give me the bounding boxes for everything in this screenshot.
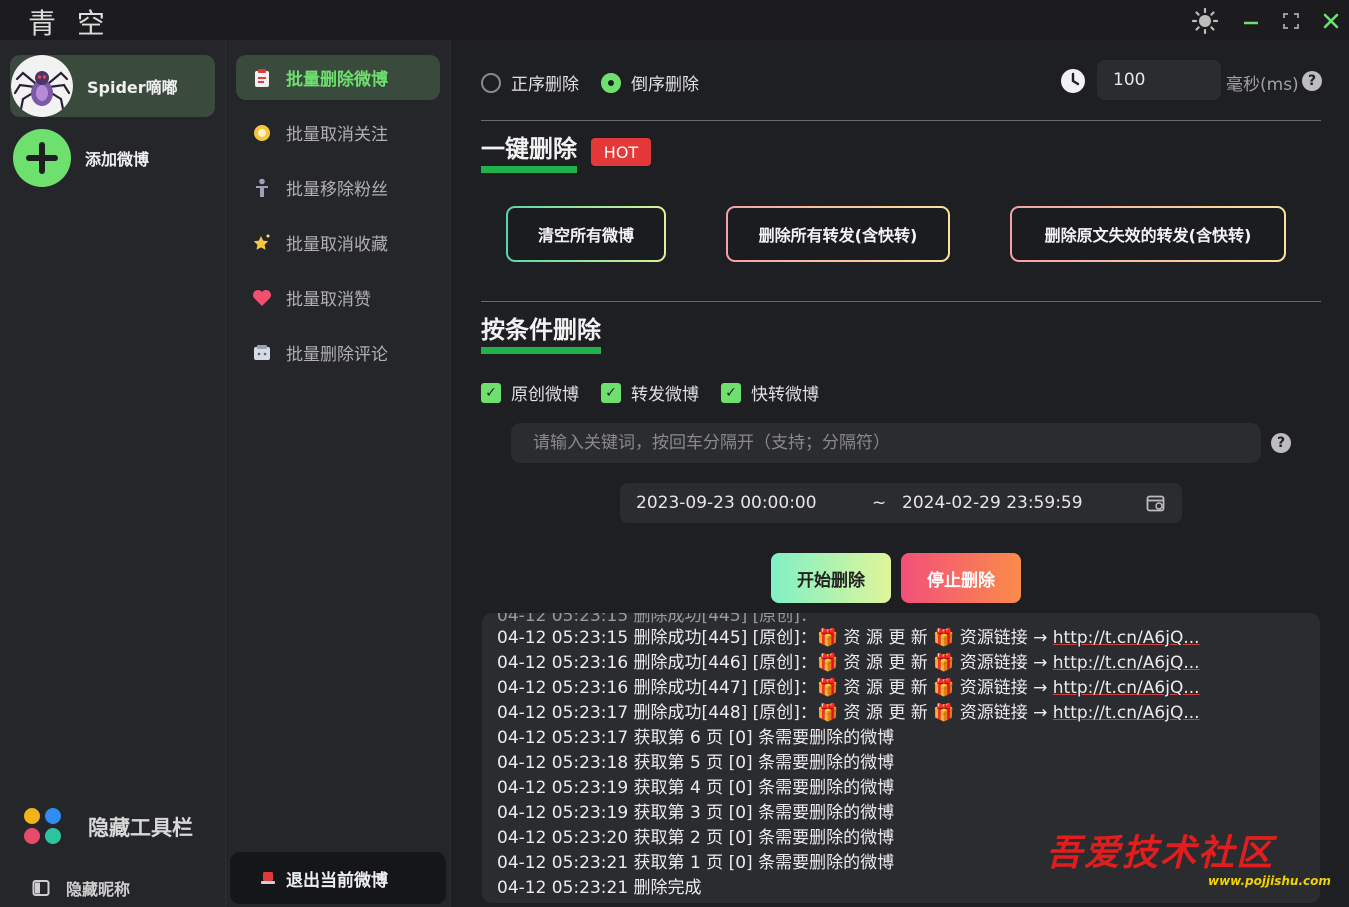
nav-item-delete-comments[interactable]: 批量删除评论 xyxy=(236,330,440,375)
log-line: 04-12 05:23:17 获取第 6 页 [0] 条需要删除的微博 xyxy=(497,728,895,748)
delay-input[interactable] xyxy=(1097,60,1221,100)
nav-item-delete-weibo[interactable]: 批量删除微博 xyxy=(236,55,440,100)
date-start: 2023-09-23 00:00:00 xyxy=(636,493,817,513)
delay-unit: 毫秒(ms) xyxy=(1226,75,1299,95)
sidebar-icon xyxy=(32,880,50,896)
hot-badge: HOT xyxy=(591,138,651,166)
nav-label: 批量移除粉丝 xyxy=(286,180,388,200)
clipboard-icon xyxy=(252,68,272,88)
date-separator: ~ xyxy=(872,493,887,513)
avatar xyxy=(11,55,73,117)
bulb-icon xyxy=(252,123,272,143)
keyword-input[interactable] xyxy=(511,423,1261,463)
add-account-label: 添加微博 xyxy=(85,150,150,169)
close-icon[interactable] xyxy=(1318,8,1344,34)
logout-label: 退出当前微博 xyxy=(286,870,388,891)
checkbox-label: 转发微博 xyxy=(631,385,699,405)
clear-all-label: 清空所有微博 xyxy=(508,208,664,260)
check-icon: ✓ xyxy=(481,382,501,403)
theme-toggle-icon[interactable] xyxy=(1192,8,1218,34)
date-end: 2024-02-29 23:59:59 xyxy=(902,493,1083,513)
log-line: 04-12 05:23:21 获取第 1 页 [0] 条需要删除的微博 xyxy=(497,853,895,873)
check-icon: ✓ xyxy=(721,382,741,403)
keyword-help-icon[interactable]: ? xyxy=(1271,433,1291,453)
log-line: 04-12 05:23:16 删除成功[447] [原创]：🎁 资 源 更 新 … xyxy=(497,678,1200,698)
hide-toolbar-label: 隐藏工具栏 xyxy=(88,816,193,840)
one-click-title: 一键删除 xyxy=(481,134,577,173)
conditional-title: 按条件删除 xyxy=(481,315,601,354)
nav-item-unfavorite[interactable]: 批量取消收藏 xyxy=(236,220,440,265)
delete-invalid-reposts-button[interactable]: 删除原文失效的转发(含快转) xyxy=(1010,206,1286,262)
add-account-button[interactable]: 添加微博 xyxy=(10,127,215,189)
account-name: Spider嘀嘟 xyxy=(87,78,178,97)
watermark-text: 吾爱技术社区 xyxy=(1046,832,1275,874)
nav-label: 批量取消收藏 xyxy=(286,235,388,255)
hide-nickname-label: 隐藏昵称 xyxy=(66,880,131,899)
order-desc-radio[interactable]: 倒序删除 xyxy=(601,70,699,95)
plus-icon xyxy=(13,129,71,187)
minimize-icon[interactable] xyxy=(1238,8,1264,34)
heart-icon xyxy=(252,288,272,308)
function-nav: 批量删除微博 批量取消关注 批量移除粉丝 批量取消收藏 批量取消赞 批量删除评论… xyxy=(226,40,451,907)
log-line: 04-12 05:23:19 获取第 3 页 [0] 条需要删除的微博 xyxy=(497,803,895,823)
person-icon xyxy=(252,178,272,198)
hide-nickname-toggle[interactable]: 隐藏昵称 xyxy=(32,876,130,900)
radio-label: 倒序删除 xyxy=(631,75,699,95)
nav-label: 批量删除评论 xyxy=(286,345,388,365)
stop-delete-button[interactable]: 停止删除 xyxy=(901,553,1021,603)
divider xyxy=(481,301,1321,302)
radio-circle xyxy=(481,72,501,93)
title-bar: 青 空 xyxy=(0,0,1349,40)
maximize-icon[interactable] xyxy=(1278,8,1304,34)
logout-button[interactable]: 退出当前微博 xyxy=(230,852,446,904)
order-asc-radio[interactable]: 正序删除 xyxy=(481,70,579,95)
nav-label: 批量取消关注 xyxy=(286,125,388,145)
delete-reposts-button[interactable]: 删除所有转发(含快转) xyxy=(726,206,950,262)
nav-label: 批量删除微博 xyxy=(286,70,388,90)
account-item-spider[interactable]: Spider嘀嘟 xyxy=(10,55,215,117)
star-icon xyxy=(252,233,272,253)
app-title: 青 空 xyxy=(28,7,111,40)
log-line: 04-12 05:23:21 删除完成 xyxy=(497,878,702,898)
watermark-url: www.pojjishu.com xyxy=(1208,874,1331,888)
comment-icon xyxy=(252,343,272,363)
checkbox-label: 快转微博 xyxy=(751,385,819,405)
radio-label: 正序删除 xyxy=(511,75,579,95)
nav-label: 批量取消赞 xyxy=(286,290,371,310)
account-sidebar: Spider嘀嘟 添加微博 隐藏工具栏 隐藏昵称 xyxy=(0,40,226,907)
checkbox-label: 原创微博 xyxy=(511,385,579,405)
delete-invalid-reposts-label: 删除原文失效的转发(含快转) xyxy=(1012,208,1284,260)
palette-icon xyxy=(24,808,62,846)
log-line: 04-12 05:23:16 删除成功[446] [原创]：🎁 资 源 更 新 … xyxy=(497,653,1200,673)
log-line: 04-12 05:23:20 获取第 2 页 [0] 条需要删除的微博 xyxy=(497,828,895,848)
check-icon: ✓ xyxy=(601,382,621,403)
log-line: 04-12 05:23:15 删除成功[445] [原创]：🎁 资 源 更 新 … xyxy=(497,628,1200,648)
nav-item-unlike[interactable]: 批量取消赞 xyxy=(236,275,440,320)
hide-toolbar-toggle[interactable]: 隐藏工具栏 xyxy=(24,808,193,846)
start-delete-button[interactable]: 开始删除 xyxy=(771,553,891,603)
log-line: 04-12 05:23:19 获取第 4 页 [0] 条需要删除的微博 xyxy=(497,778,895,798)
calendar-icon[interactable] xyxy=(1146,494,1166,512)
repost-checkbox[interactable]: ✓ 转发微博 xyxy=(601,380,699,405)
quick-repost-checkbox[interactable]: ✓ 快转微博 xyxy=(721,380,819,405)
delete-reposts-label: 删除所有转发(含快转) xyxy=(728,208,948,260)
original-checkbox[interactable]: ✓ 原创微博 xyxy=(481,380,579,405)
date-range-picker[interactable]: 2023-09-23 00:00:00 ~ 2024-02-29 23:59:5… xyxy=(620,483,1182,523)
clock-icon xyxy=(1061,69,1085,93)
main-panel: 正序删除 倒序删除 毫秒(ms) ? 一键删除 HOT 清空所有微博 删除所有转… xyxy=(452,40,1349,907)
divider xyxy=(481,120,1321,121)
nav-item-remove-fans[interactable]: 批量移除粉丝 xyxy=(236,165,440,210)
radio-circle-selected xyxy=(601,72,621,93)
delay-help-icon[interactable]: ? xyxy=(1302,71,1322,91)
clear-all-button[interactable]: 清空所有微博 xyxy=(506,206,666,262)
log-line: 04-12 05:23:17 删除成功[448] [原创]：🎁 资 源 更 新 … xyxy=(497,703,1200,723)
logout-icon xyxy=(261,872,275,884)
nav-item-unfollow[interactable]: 批量取消关注 xyxy=(236,110,440,155)
log-line: 04-12 05:23:18 获取第 5 页 [0] 条需要删除的微博 xyxy=(497,753,895,773)
